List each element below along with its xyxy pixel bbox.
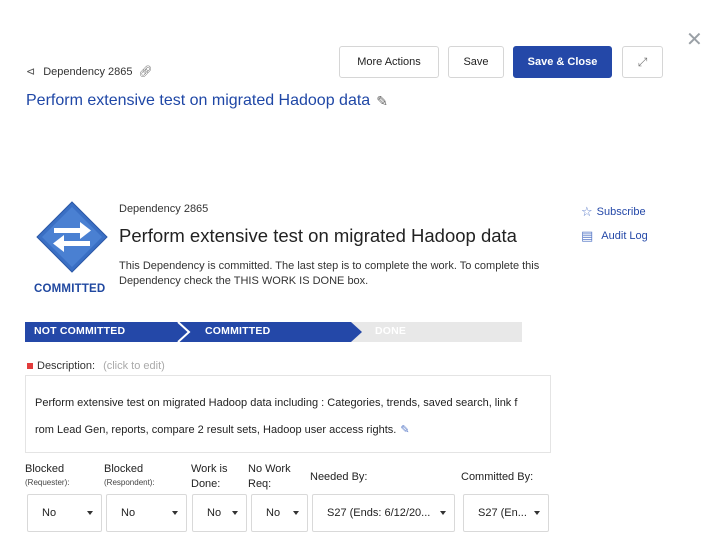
field-label-text: Blocked	[104, 463, 144, 475]
caret-down-icon	[172, 511, 178, 515]
description-label: Description: (click to edit)	[27, 360, 165, 372]
needed-by-label: Needed By:	[310, 471, 368, 483]
blocked-respondent-select[interactable]: No	[106, 494, 187, 532]
save-button[interactable]: Save	[448, 46, 504, 78]
field-label-text: Req:	[248, 478, 272, 490]
caret-down-icon	[534, 511, 540, 515]
committed-by-label: Committed By:	[461, 471, 534, 483]
link-icon[interactable]: 🔗︎	[139, 65, 153, 78]
select-value: No	[42, 507, 57, 519]
select-value: No	[121, 507, 136, 519]
page-title[interactable]: Perform extensive test on migrated Hadoo…	[26, 92, 388, 110]
subscribe-label: Subscribe	[596, 206, 646, 218]
status-label: COMMITTED	[34, 283, 106, 295]
blocked-respondent-label: Blocked (Respondent):	[104, 462, 155, 489]
caret-down-icon	[87, 511, 93, 515]
swap-arrows-diamond-icon	[36, 201, 108, 273]
status-message: This Dependency is committed. The last s…	[119, 260, 540, 287]
description-line: rom Lead Gen, reports, compare 2 result …	[35, 417, 541, 444]
star-icon: ☆	[581, 204, 593, 219]
field-label-text: No Work	[248, 463, 291, 475]
needed-by-select[interactable]: S27 (Ends: 6/12/20...	[312, 494, 455, 532]
audit-log-label: Audit Log	[601, 230, 648, 242]
description-line: Perform extensive test on migrated Hadoo…	[35, 397, 518, 409]
caret-down-icon	[293, 511, 299, 515]
pencil-icon[interactable]: ✎	[400, 424, 409, 436]
document-icon: ▤	[581, 228, 594, 243]
caret-down-icon	[440, 511, 446, 515]
field-label-text: Work is	[191, 463, 228, 475]
item-id: Dependency 2865	[119, 203, 209, 215]
item-title: Perform extensive test on migrated Hadoo…	[119, 225, 517, 246]
dependency-icon: ⊲	[26, 66, 36, 78]
field-label-text: Done:	[191, 478, 221, 490]
description-label-text: Description:	[37, 360, 96, 372]
progress-step-label: COMMITTED	[205, 325, 271, 337]
subscribe-link[interactable]: ☆ Subscribe	[581, 204, 646, 220]
description-box[interactable]: Perform extensive test on migrated Hadoo…	[25, 375, 551, 453]
description-text: rom Lead Gen, reports, compare 2 result …	[35, 424, 397, 436]
committed-by-select[interactable]: S27 (En...	[463, 494, 549, 532]
field-sublabel: (Respondent):	[104, 478, 155, 487]
page-title-text: Perform extensive test on migrated Hadoo…	[26, 92, 371, 109]
no-work-req-select[interactable]: No	[251, 494, 308, 532]
no-work-req-label: No Work Req:	[248, 462, 291, 492]
close-icon[interactable]: ✕	[686, 30, 703, 50]
select-value: No	[266, 507, 281, 519]
work-done-select[interactable]: No	[192, 494, 247, 532]
select-value: S27 (En...	[478, 507, 527, 519]
select-value: S27 (Ends: 6/12/20...	[327, 507, 431, 519]
progress-step-label: DONE	[375, 325, 407, 337]
required-marker	[27, 363, 33, 369]
work-done-label: Work is Done:	[191, 462, 227, 492]
blocked-requester-label: Blocked (Requester):	[25, 462, 69, 489]
expand-icon[interactable]: ⤢	[622, 46, 663, 78]
save-close-button[interactable]: Save & Close	[513, 46, 612, 78]
breadcrumb-id: Dependency 2865	[43, 65, 133, 78]
more-actions-button[interactable]: More Actions	[339, 46, 439, 78]
field-label-text: Blocked	[25, 463, 65, 475]
field-sublabel: (Requester):	[25, 478, 70, 487]
blocked-requester-select[interactable]: No	[27, 494, 102, 532]
progress-step-label: NOT COMMITTED	[34, 325, 126, 337]
select-value: No	[207, 507, 222, 519]
description-edit-hint[interactable]: (click to edit)	[103, 360, 165, 372]
caret-down-icon	[232, 511, 238, 515]
audit-log-link[interactable]: ▤ Audit Log	[581, 228, 648, 244]
breadcrumb: ⊲ Dependency 2865 🔗︎	[26, 65, 153, 79]
pencil-icon[interactable]: ✎	[376, 93, 388, 110]
